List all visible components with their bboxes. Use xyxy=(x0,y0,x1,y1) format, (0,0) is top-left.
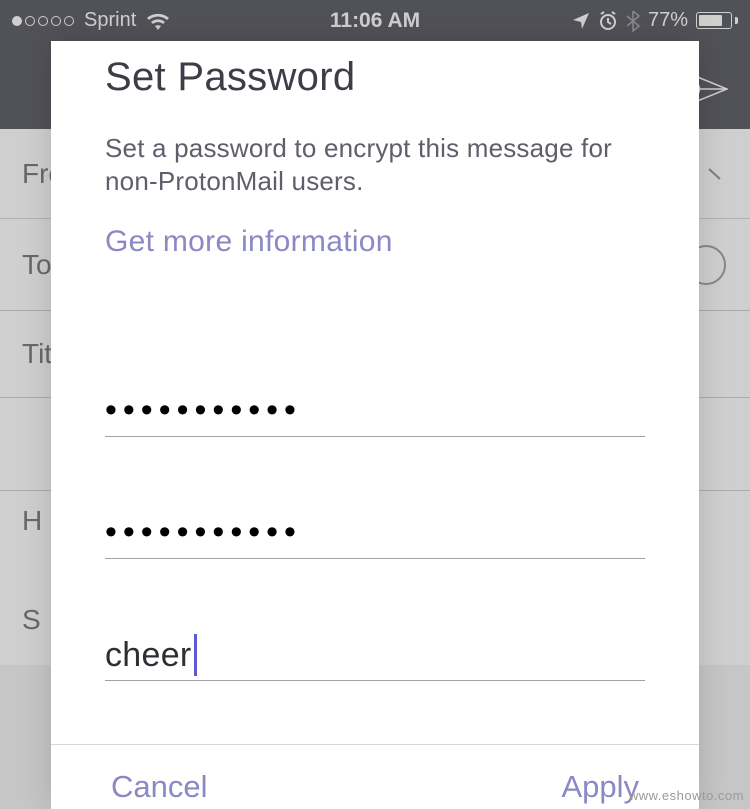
modal-footer: Cancel Apply xyxy=(51,744,699,809)
watermark: www.eshowto.com xyxy=(629,788,744,803)
cancel-button[interactable]: Cancel xyxy=(111,769,208,805)
hint-input-value: cheer xyxy=(105,636,192,675)
modal-body: Set Password Set a password to encrypt t… xyxy=(51,41,699,744)
modal-title: Set Password xyxy=(105,55,645,100)
more-info-link[interactable]: Get more information xyxy=(105,225,645,259)
confirm-password-input[interactable] xyxy=(105,505,645,559)
hint-input[interactable]: cheer xyxy=(105,630,645,681)
set-password-modal: Set Password Set a password to encrypt t… xyxy=(51,41,699,809)
text-caret xyxy=(194,634,197,676)
password-input[interactable] xyxy=(105,383,645,437)
modal-description: Set a password to encrypt this message f… xyxy=(105,132,645,197)
apply-button[interactable]: Apply xyxy=(561,769,639,805)
